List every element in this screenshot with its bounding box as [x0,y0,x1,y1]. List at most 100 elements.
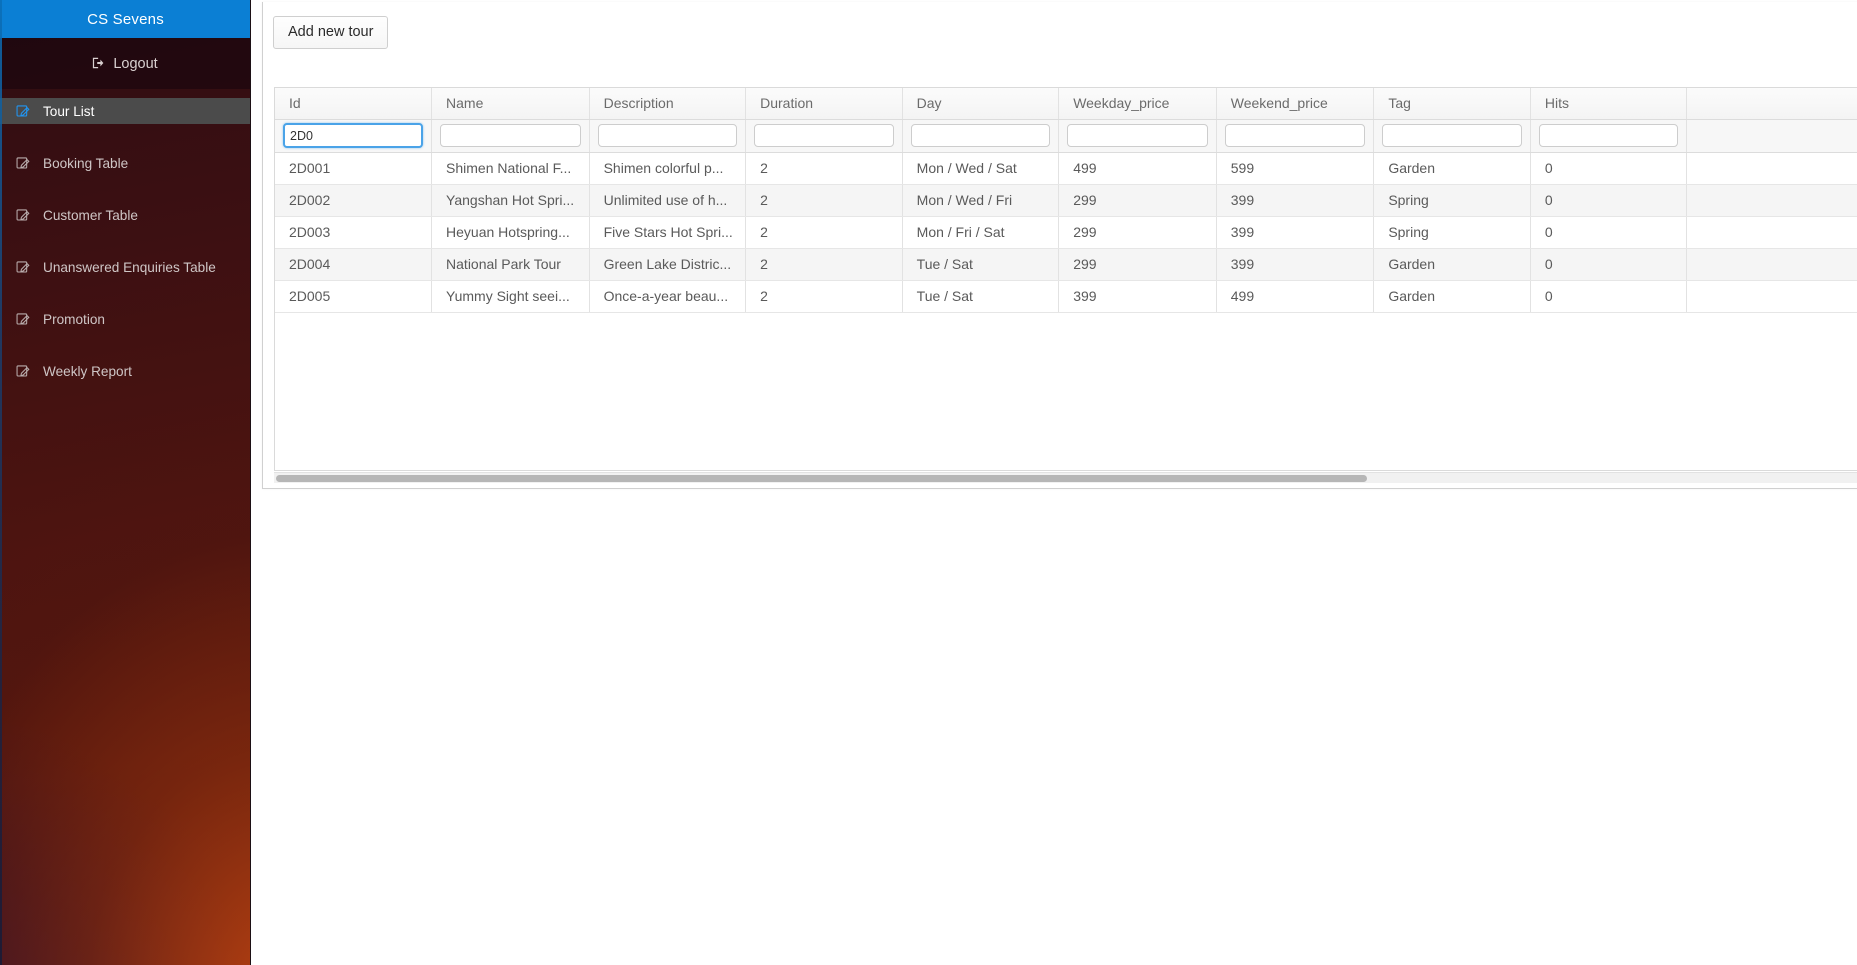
cell-weekday_price: 299 [1058,216,1217,249]
cell-weekday_price: 399 [1058,280,1217,313]
cell-day: Mon / Wed / Fri [902,184,1060,217]
cell-hits: 0 [1530,280,1688,313]
sidebar-item-label: Tour List [43,103,95,119]
logout-section: Logout [0,38,250,89]
cell-name: Yangshan Hot Spri... [431,184,590,217]
cell-description: Five Stars Hot Spri... [589,216,747,249]
filter-input-tag[interactable] [1382,124,1522,147]
column-header-hits[interactable]: Hits [1530,88,1688,120]
nav-gap-4 [0,280,250,306]
logout-label: Logout [113,55,158,72]
cell-tag: Garden [1373,248,1531,281]
nav-gap-5 [0,332,250,358]
cell-id: 2D001 [275,152,433,185]
filter-cell-description [589,119,747,153]
table-row[interactable]: 2D003 Heyuan Hotspring... Five Stars Hot S… [275,216,1857,249]
filter-cell-overflow [1686,119,1857,153]
table-header-row: Id Name Description Duration Day Weekday… [275,88,1857,120]
tour-table: Id Name Description Duration Day Weekday… [275,88,1857,313]
table-row[interactable]: 2D005 Yummy Sight seei... Once-a-year beau… [275,280,1857,313]
cell-duration: 2 [745,216,903,249]
edit-icon [15,311,31,327]
cell-name: Heyuan Hotspring... [431,216,590,249]
sidebar-item-unanswered-enquiries-table[interactable]: Unanswered Enquiries Table [0,254,250,280]
filter-input-hits[interactable] [1538,124,1679,147]
cell-description: Once-a-year beau... [589,280,747,313]
column-header-id[interactable]: Id [275,88,433,120]
table-row[interactable]: 2D002 Yangshan Hot Spri... Unlimited use o… [275,184,1857,217]
add-new-tour-button[interactable]: Add new tour [273,16,389,49]
filter-input-id[interactable] [283,123,424,148]
column-header-tag[interactable]: Tag [1373,88,1531,120]
sidebar-item-weekly-report[interactable]: Weekly Report [0,358,250,384]
cell-overflow [1686,280,1857,313]
cell-hits: 0 [1530,152,1688,185]
cell-duration: 2 [745,280,903,313]
column-header-day[interactable]: Day [902,88,1060,120]
edit-icon [15,259,31,275]
nav-gap-2 [0,176,250,202]
cell-description: Shimen colorful p... [589,152,747,185]
cell-weekday_price: 299 [1058,248,1217,281]
cell-weekend_price: 599 [1216,152,1375,185]
cell-tag: Garden [1373,280,1531,313]
filter-cell-name [431,119,590,153]
column-header-weekend-price[interactable]: Weekend_price [1216,88,1375,120]
filter-input-description[interactable] [597,124,738,147]
sidebar-item-tour-list[interactable]: Tour List [0,98,250,124]
cell-tag: Garden [1373,152,1531,185]
sidebar-item-booking-table[interactable]: Booking Table [0,150,250,176]
nav-gap-3 [0,228,250,254]
cell-hits: 0 [1530,184,1688,217]
logout-button[interactable]: Logout [86,53,163,75]
cell-weekday_price: 299 [1058,184,1217,217]
sidebar: CS Sevens Logout Tour List Booking Table… [0,0,251,965]
column-header-description[interactable]: Description [589,88,747,120]
app-root: CS Sevens Logout Tour List Booking Table… [0,0,1857,965]
sidebar-nav: Tour List Booking Table Customer Table U… [0,98,250,384]
sidebar-item-label: Promotion [43,311,105,327]
cell-day: Mon / Wed / Sat [902,152,1060,185]
tour-list-panel: Add new tour Id Name Description Duratio… [262,2,1857,489]
cell-tag: Spring [1373,184,1531,217]
filter-input-weekend-price[interactable] [1224,124,1366,147]
column-header-duration[interactable]: Duration [745,88,903,120]
cell-day: Tue / Sat [902,248,1060,281]
cell-duration: 2 [745,248,903,281]
filter-input-day[interactable] [910,124,1051,147]
brand-label: CS Sevens [87,10,164,28]
sidebar-item-promotion[interactable]: Promotion [0,306,250,332]
table-row[interactable]: 2D004 National Park Tour Green Lake Distri… [275,248,1857,281]
cell-name: Yummy Sight seei... [431,280,590,313]
cell-weekend_price: 399 [1216,248,1375,281]
sidebar-item-label: Unanswered Enquiries Table [43,259,216,275]
tour-table-body: 2D001 Shimen National F... Shimen colorful… [275,152,1857,313]
logout-icon [92,56,106,72]
cell-description: Green Lake Distric... [589,248,747,281]
cell-overflow [1686,216,1857,249]
cell-overflow [1686,152,1857,185]
cell-id: 2D003 [275,216,433,249]
cell-tag: Spring [1373,216,1531,249]
nav-gap-1 [0,124,250,150]
horizontal-scrollbar-track[interactable] [274,472,1857,483]
cell-duration: 2 [745,152,903,185]
horizontal-scrollbar-thumb[interactable] [276,475,1367,482]
tour-table-container: Id Name Description Duration Day Weekday… [274,87,1857,471]
sidebar-item-label: Weekly Report [43,363,132,379]
filter-input-duration[interactable] [754,124,894,147]
edit-icon [15,207,31,223]
cell-duration: 2 [745,184,903,217]
sidebar-item-customer-table[interactable]: Customer Table [0,202,250,228]
filter-input-weekday-price[interactable] [1067,124,1208,147]
cell-day: Tue / Sat [902,280,1060,313]
cell-day: Mon / Fri / Sat [902,216,1060,249]
column-header-name[interactable]: Name [431,88,590,120]
filter-input-name[interactable] [440,124,581,147]
column-header-weekday-price[interactable]: Weekday_price [1058,88,1217,120]
edit-icon [15,155,31,171]
cell-overflow [1686,248,1857,281]
main-content: Add new tour Id Name Description Duratio… [251,0,1857,965]
cell-id: 2D005 [275,280,433,313]
table-row[interactable]: 2D001 Shimen National F... Shimen colorful… [275,152,1857,185]
